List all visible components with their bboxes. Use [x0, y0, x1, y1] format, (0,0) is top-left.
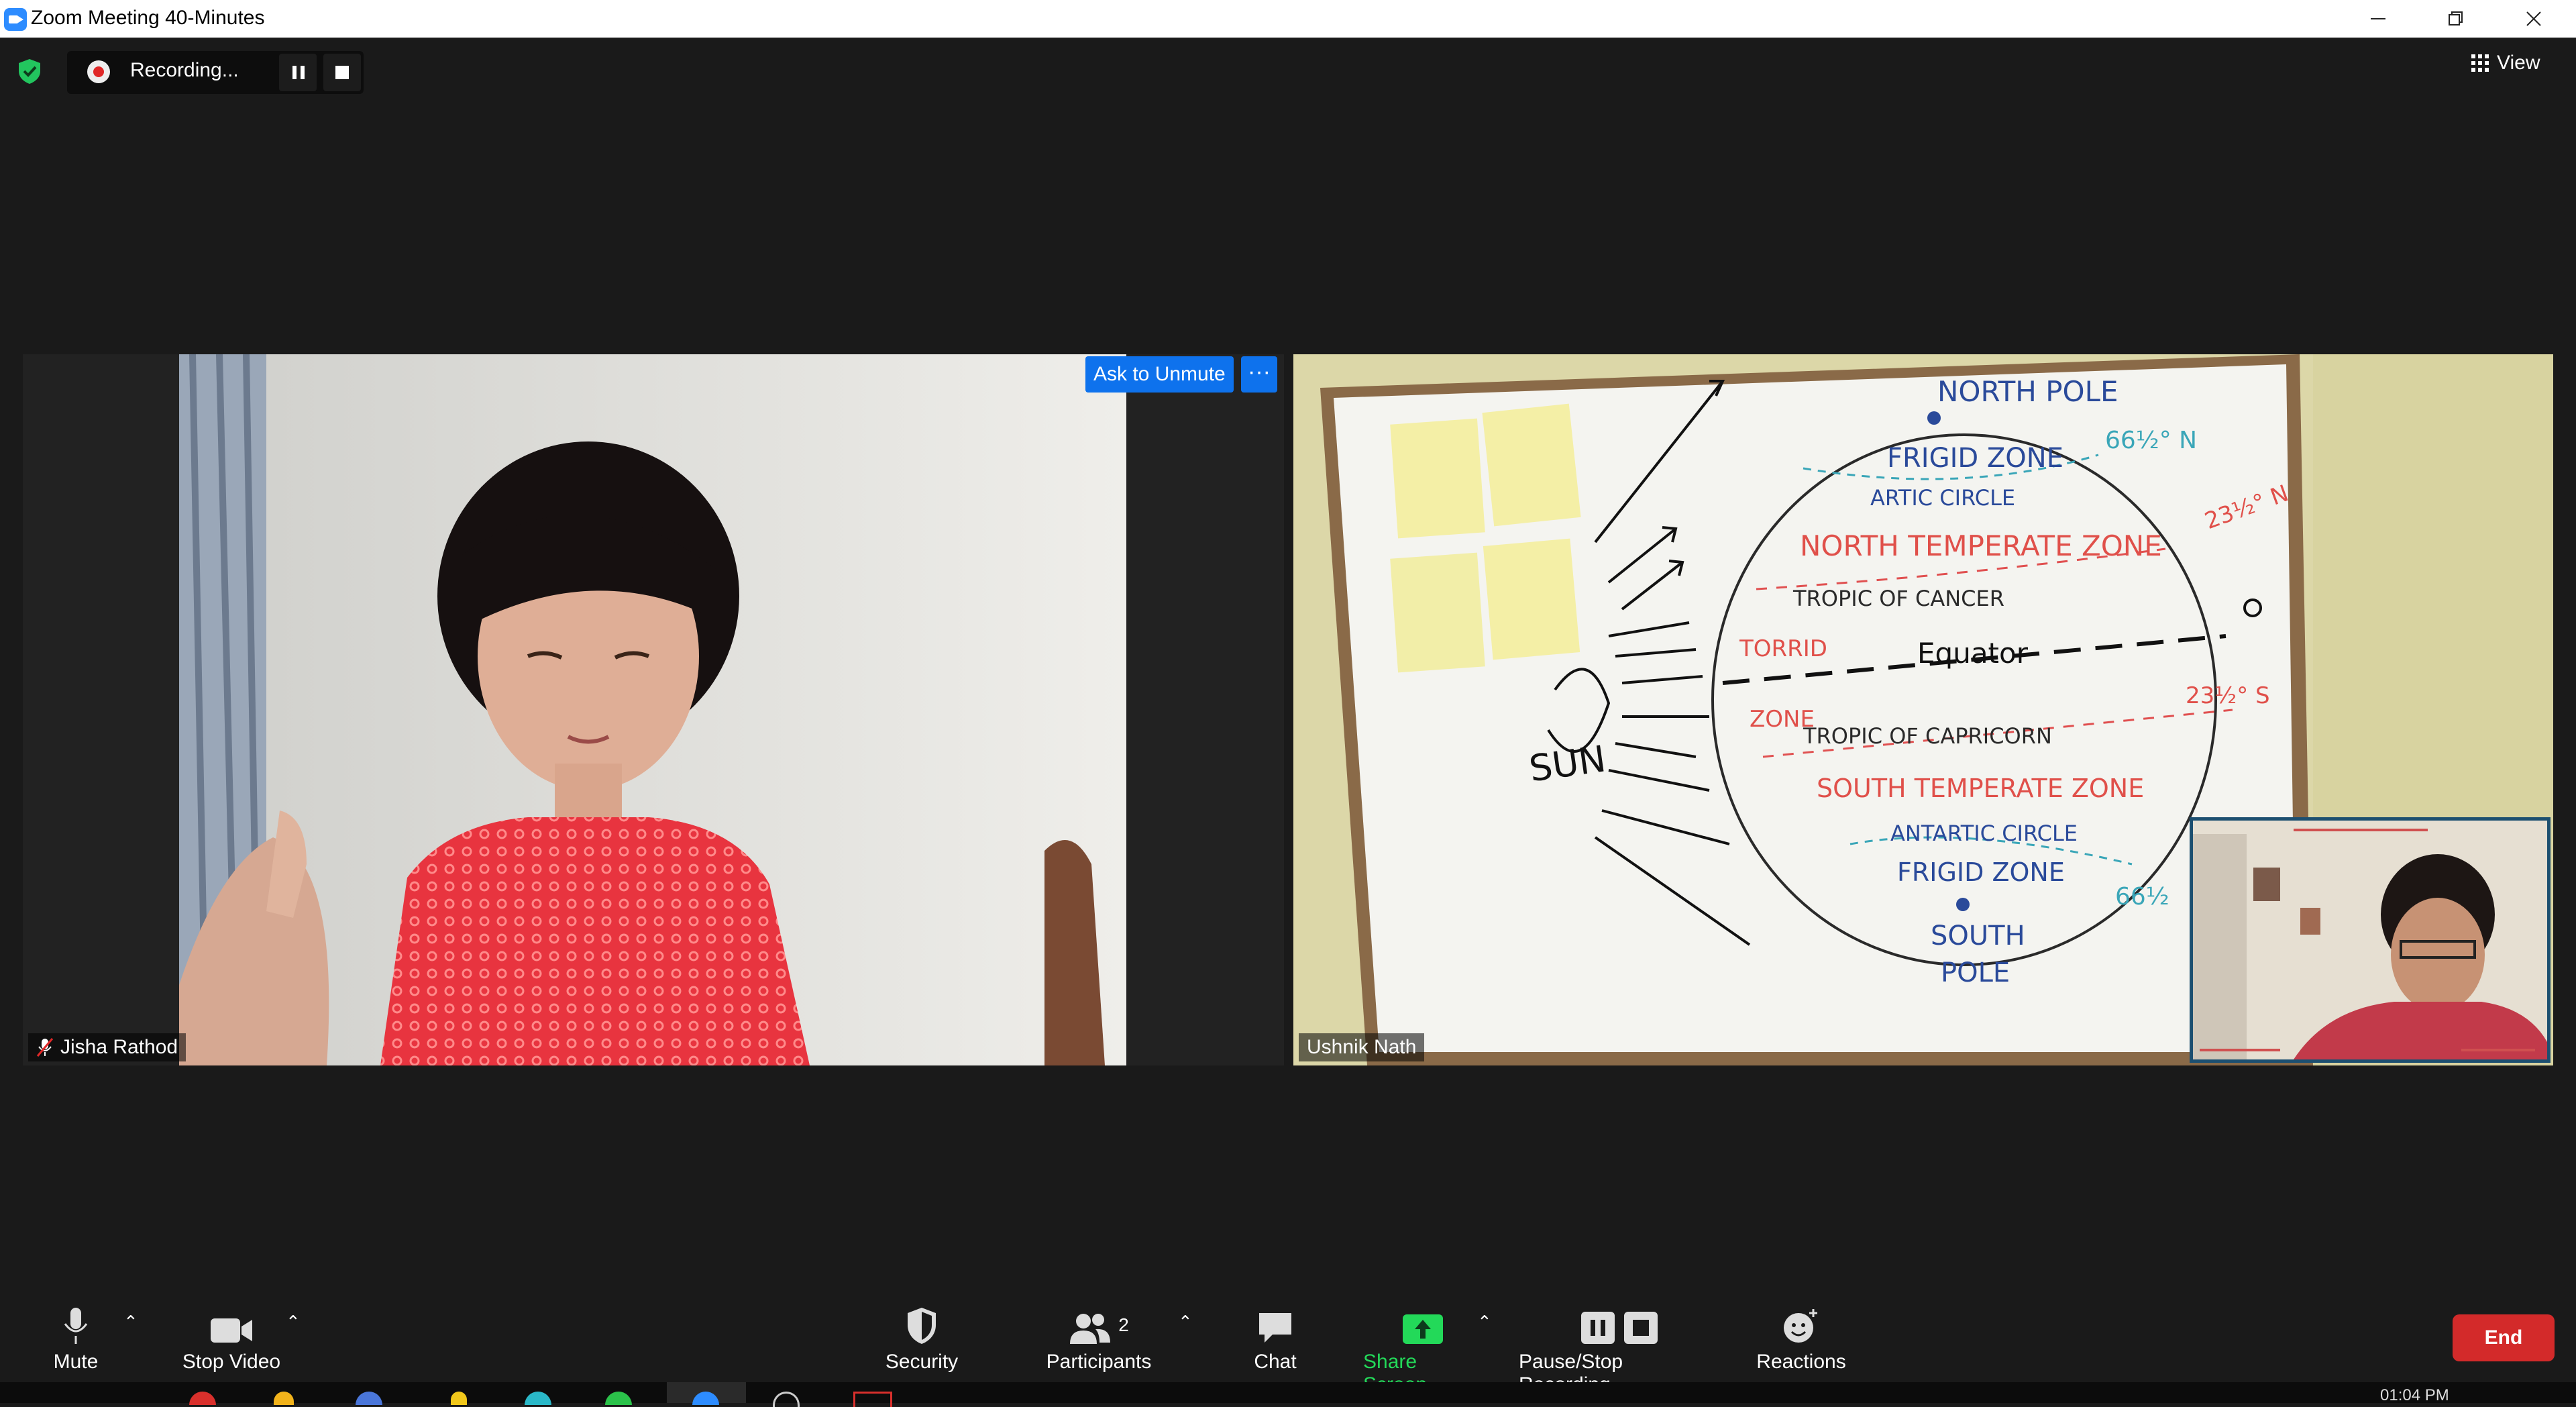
- stop-video-label: Stop Video: [182, 1351, 281, 1373]
- ask-to-unmute-button[interactable]: Ask to Unmute: [1085, 356, 1234, 393]
- end-meeting-button[interactable]: End: [2453, 1314, 2555, 1361]
- grid-view-icon: [2471, 54, 2489, 72]
- self-view-image: [2193, 821, 2547, 1059]
- app-taskbar-icon[interactable]: [773, 1392, 800, 1407]
- label-tropic-cancer: TROPIC OF CANCER: [1792, 586, 2004, 611]
- recording-dot-icon: [87, 60, 110, 83]
- participant-video: [179, 354, 1126, 1065]
- chat-bubble-icon: [1259, 1313, 1291, 1343]
- encryption-shield-icon[interactable]: [16, 58, 43, 85]
- app-taskbar-icon[interactable]: [853, 1392, 892, 1407]
- chat-button[interactable]: Chat: [1252, 1304, 1299, 1373]
- label-north-pole: NORTH POLE: [1937, 375, 2118, 408]
- participant-name-tag: Jisha Rathod: [28, 1033, 186, 1061]
- reactions-button[interactable]: Reactions: [1756, 1304, 1846, 1373]
- participant-video-image: [179, 354, 1126, 1065]
- view-label: View: [2497, 52, 2540, 74]
- participant-count: 2: [1118, 1314, 1129, 1335]
- self-view-video[interactable]: [2190, 817, 2551, 1063]
- pause-recording-icon: [1581, 1312, 1615, 1344]
- label-south-pole-2: POLE: [1941, 957, 2010, 988]
- security-label: Security: [885, 1351, 959, 1373]
- participants-label: Participants: [1046, 1351, 1152, 1373]
- label-lat-s66: 66½: [2115, 883, 2169, 910]
- app-taskbar-icon[interactable]: [451, 1392, 467, 1405]
- stop-icon: [335, 66, 349, 79]
- mute-button[interactable]: Mute: [51, 1304, 101, 1373]
- app-taskbar-icon[interactable]: [525, 1392, 551, 1405]
- recording-label: Recording...: [130, 59, 239, 81]
- taskbar-clock: 01:04 PM: [2380, 1386, 2449, 1404]
- window-title-bar: Zoom Meeting 40-Minutes: [0, 0, 2576, 38]
- file-explorer-taskbar-icon[interactable]: [274, 1392, 294, 1405]
- participants-button[interactable]: 2 Participants: [1042, 1304, 1155, 1373]
- participant-name: Ushnik Nath: [1307, 1036, 1417, 1058]
- app-taskbar-icon[interactable]: [356, 1392, 382, 1405]
- label-artic: ARTIC CIRCLE: [1870, 485, 2015, 511]
- participant-name-tag: Ushnik Nath: [1299, 1033, 1425, 1061]
- chrome-taskbar-icon[interactable]: [189, 1392, 216, 1405]
- label-lat-s23: 23½° S: [2186, 682, 2270, 709]
- more-options-button[interactable]: ···: [1241, 356, 1277, 393]
- participant-name: Jisha Rathod: [60, 1036, 178, 1058]
- label-south-temperate: SOUTH TEMPERATE ZONE: [1817, 774, 2144, 803]
- share-options-caret-icon[interactable]: ⌃: [1477, 1312, 1492, 1333]
- view-button[interactable]: View: [2471, 47, 2540, 79]
- label-frigid-top: FRIGID ZONE: [1887, 443, 2063, 474]
- recording-indicator: Recording...: [67, 51, 364, 94]
- os-taskbar: [0, 1382, 2576, 1407]
- video-camera-icon: [211, 1318, 252, 1343]
- restore-button[interactable]: [2419, 0, 2493, 38]
- label-south-pole-1: SOUTH: [1931, 921, 2025, 951]
- participant-tile-jisha[interactable]: Jisha Rathod: [23, 354, 1284, 1065]
- restore-icon: [2449, 11, 2463, 25]
- video-options-caret-icon[interactable]: ⌃: [286, 1312, 301, 1333]
- audio-options-caret-icon[interactable]: ⌃: [123, 1312, 138, 1333]
- stop-recording-icon: [1624, 1312, 1658, 1344]
- label-torrid: TORRID: [1739, 635, 1827, 662]
- share-screen-icon: [1403, 1314, 1443, 1344]
- label-equator: Equator: [1917, 637, 2029, 670]
- label-lat-n66: 66½° N: [2105, 427, 2197, 454]
- label-antartic: ANTARTIC CIRCLE: [1890, 821, 2078, 846]
- security-shield-icon: [908, 1308, 936, 1344]
- minimize-button[interactable]: [2341, 0, 2415, 38]
- reactions-smiley-icon: [1784, 1309, 1817, 1343]
- zoom-app-icon: [4, 8, 27, 31]
- label-frigid-bottom: FRIGID ZONE: [1897, 857, 2065, 887]
- participants-icon: [1070, 1314, 1111, 1344]
- participants-options-caret-icon[interactable]: ⌃: [1178, 1312, 1193, 1333]
- app-taskbar-icon[interactable]: [605, 1392, 632, 1405]
- window-title: Zoom Meeting 40-Minutes: [31, 7, 265, 29]
- stop-recording-button[interactable]: [323, 54, 361, 91]
- close-icon: [2526, 11, 2541, 26]
- label-north-temperate: NORTH TEMPERATE ZONE: [1800, 529, 2162, 562]
- microphone-icon: [64, 1308, 88, 1344]
- meeting-toolbar: Mute ⌃ Stop Video ⌃ Security 2 Participa…: [0, 1278, 2576, 1396]
- label-tropic-capricorn: TROPIC OF CAPRICORN: [1803, 723, 2052, 749]
- reactions-label: Reactions: [1756, 1351, 1846, 1373]
- security-button[interactable]: Security: [884, 1304, 959, 1373]
- muted-mic-icon: [36, 1038, 54, 1057]
- pause-icon: [292, 66, 297, 79]
- close-button[interactable]: [2497, 0, 2571, 38]
- stop-video-button[interactable]: Stop Video: [181, 1304, 282, 1373]
- pause-recording-button[interactable]: [279, 54, 317, 91]
- chat-label: Chat: [1254, 1351, 1297, 1373]
- mute-label: Mute: [53, 1351, 99, 1373]
- minimize-icon: [2371, 18, 2385, 19]
